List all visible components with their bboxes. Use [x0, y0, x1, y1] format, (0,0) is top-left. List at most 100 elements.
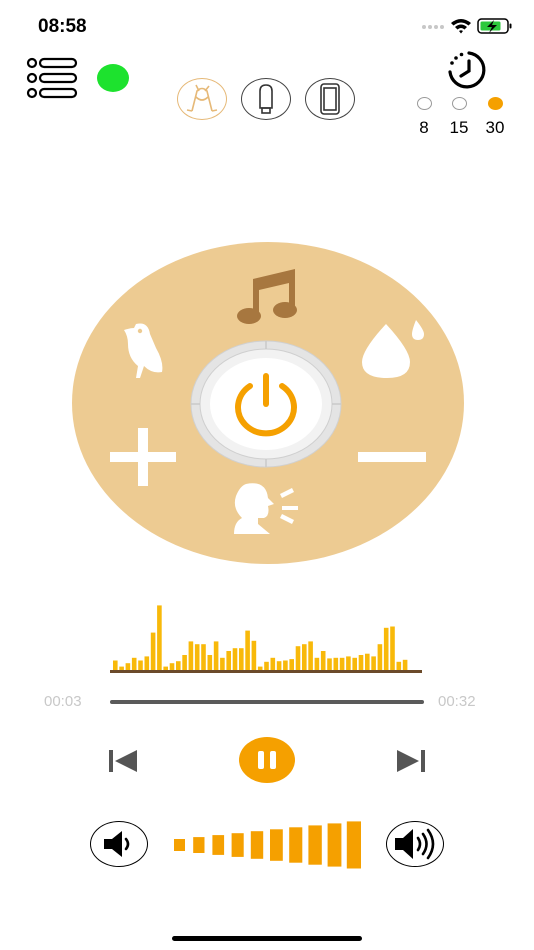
progress-slider[interactable]: [110, 700, 424, 704]
waveform-bar: [314, 657, 320, 670]
massager-icon: [186, 84, 218, 112]
music-note-icon[interactable]: [235, 269, 299, 327]
waveform-bar: [188, 641, 194, 670]
mode-button-phone[interactable]: [305, 78, 355, 120]
waveform-bar: [239, 648, 244, 670]
time-elapsed: 00:03: [44, 693, 82, 710]
waveform-bar: [333, 657, 339, 670]
waveform-bar: [125, 663, 131, 670]
status-icons: [422, 18, 512, 34]
voice-shape: [234, 483, 298, 534]
minus-icon[interactable]: [358, 450, 426, 464]
timer-option-label[interactable]: 15: [439, 118, 479, 138]
connection-status-dot: [97, 64, 129, 92]
waveform-bar: [257, 666, 263, 670]
water-drop-icon[interactable]: [358, 320, 428, 380]
waveform-bar: [226, 651, 231, 670]
previous-track-button[interactable]: [107, 747, 139, 775]
speaker-high-icon: [395, 828, 435, 860]
skip-forward-icon: [397, 750, 425, 772]
power-dial[interactable]: [190, 340, 342, 468]
battery-icon: [477, 18, 512, 34]
volume-bar[interactable]: [174, 839, 185, 851]
waveform-bar: [358, 655, 364, 670]
volume-up-button[interactable]: [386, 821, 444, 867]
speaker-low-icon: [104, 831, 130, 857]
waveform-bar: [138, 660, 143, 670]
pause-icon: [258, 751, 276, 769]
waveform-bar: [289, 659, 294, 670]
waveform-bar: [295, 646, 301, 670]
waveform-bar: [207, 655, 213, 670]
volume-bar[interactable]: [250, 831, 264, 859]
drops-shape: [362, 320, 424, 378]
waveform-bar: [377, 644, 383, 670]
waveform-bar: [371, 656, 376, 670]
waveform-bar: [150, 632, 156, 670]
mode-button-massager[interactable]: [177, 78, 227, 120]
waveform-bar: [283, 660, 288, 670]
voice-icon[interactable]: [232, 482, 302, 534]
volume-bar[interactable]: [289, 827, 303, 863]
waveform-bar: [396, 661, 402, 670]
waveform-bar: [157, 605, 162, 670]
waveform-bar: [182, 655, 187, 670]
volume-bar[interactable]: [270, 829, 283, 861]
waveform-bar: [220, 657, 225, 670]
waveform-bar: [119, 666, 124, 670]
timer-option-15-dot[interactable]: [452, 97, 467, 110]
audio-waveform: [110, 605, 422, 673]
wifi-icon: [451, 19, 471, 34]
waveform-bar: [352, 657, 357, 670]
waveform-bar: [163, 666, 168, 670]
waveform-bar: [144, 656, 150, 670]
home-indicator[interactable]: [172, 936, 362, 941]
waveform-bar: [232, 648, 238, 670]
timer-option-label[interactable]: 8: [404, 118, 444, 138]
next-track-button[interactable]: [395, 747, 427, 775]
menu-list-icon[interactable]: [26, 57, 78, 99]
waveform-bar: [276, 661, 282, 670]
waveform-bar: [213, 641, 219, 670]
plus-shape: [110, 428, 176, 486]
timer-option-30-dot[interactable]: [488, 97, 503, 110]
waveform-bar: [113, 660, 118, 670]
waveform-bar: [264, 661, 269, 670]
waveform-bar: [201, 644, 206, 670]
waveform-bar: [270, 657, 276, 670]
volume-bar[interactable]: [231, 833, 244, 857]
volume-bar[interactable]: [308, 825, 322, 865]
waveform-bar: [131, 657, 137, 670]
volume-level-bars[interactable]: [172, 820, 364, 870]
waveform-bar: [169, 663, 175, 670]
phone-icon: [320, 83, 340, 115]
volume-down-button[interactable]: [90, 821, 148, 867]
bird-icon[interactable]: [122, 322, 166, 380]
waveform-bar: [402, 659, 408, 670]
waveform-bar: [383, 627, 389, 670]
minus-shape: [358, 452, 426, 462]
capsule-icon: [259, 84, 273, 114]
skip-back-icon: [109, 750, 137, 772]
volume-bar[interactable]: [193, 837, 205, 853]
waveform-bar: [339, 657, 345, 670]
mode-button-capsule[interactable]: [241, 78, 291, 120]
volume-bar[interactable]: [346, 821, 361, 869]
timer-option-label[interactable]: 30: [475, 118, 515, 138]
waveform-bar: [251, 640, 257, 670]
waveform-bar: [390, 626, 395, 670]
bird-shape: [124, 323, 163, 378]
waveform-bar: [320, 651, 326, 670]
timer-option-8-dot[interactable]: [417, 97, 432, 110]
waveform-bar: [176, 661, 181, 670]
volume-bar[interactable]: [327, 823, 342, 867]
waveform-bar: [194, 644, 200, 670]
music-note-shape: [237, 269, 297, 324]
plus-icon[interactable]: [110, 428, 176, 486]
waveform-bar: [346, 656, 351, 670]
signal-icon: [422, 25, 444, 29]
status-time: 08:58: [38, 16, 87, 37]
volume-bar[interactable]: [212, 835, 225, 855]
timer-icon[interactable]: [442, 48, 492, 92]
pause-button[interactable]: [239, 737, 295, 783]
